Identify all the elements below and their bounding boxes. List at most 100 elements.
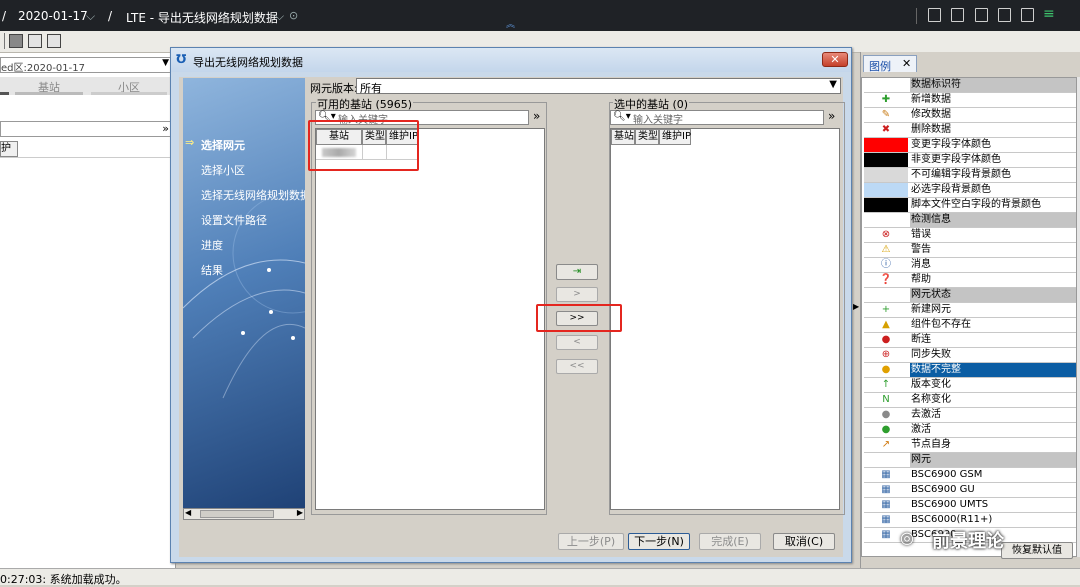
legend-text: 修改数据 [911, 109, 951, 120]
search-input[interactable]: » [0, 121, 172, 137]
watermark-text: 前景理论 [932, 531, 1004, 552]
chevron-down-icon[interactable]: ▼ [162, 58, 169, 68]
legend-row[interactable]: ✚ 新增数据 [864, 93, 1076, 108]
remove-one-button[interactable]: < [556, 335, 598, 350]
tab-legend[interactable]: 图例 ✕ [863, 55, 917, 73]
legend-row[interactable]: 非变更字段字体颜色 [864, 153, 1076, 168]
add-all-button[interactable]: ⇥ [556, 264, 598, 280]
monitor-icon[interactable] [47, 34, 61, 48]
breadcrumb-title[interactable]: LTE - 导出无线网络规划数据 [126, 9, 278, 26]
legend-row[interactable]: ▲ 组件包不存在 [864, 318, 1076, 333]
scroll-right-icon[interactable]: ▶ [297, 508, 303, 517]
legend-row[interactable]: ⊕ 同步失败 [864, 348, 1076, 363]
chevron-down-icon[interactable]: ▼ [829, 79, 837, 90]
legend-icon: ↑ [881, 379, 891, 390]
legend-row[interactable]: 必选字段背景颜色 [864, 183, 1076, 198]
legend-row[interactable]: ↑ 版本变化 [864, 378, 1076, 393]
document-icon[interactable] [975, 8, 988, 22]
legend-icon: ● [881, 409, 891, 420]
legend-text: 名称变化 [911, 394, 951, 405]
legend-row[interactable]: ● 数据不完整 [864, 363, 1076, 378]
document-icon[interactable] [998, 8, 1011, 22]
wizard-step: 选择小区 [201, 164, 245, 177]
cancel-button[interactable]: 取消(C) [773, 533, 835, 550]
column-maintenance-ip[interactable]: 护IP [0, 141, 18, 168]
legend-text: 断连 [911, 334, 931, 345]
legend-row[interactable]: ▦ BSC6900 GU [864, 483, 1076, 498]
prev-button[interactable]: 上一步(P) [558, 533, 624, 550]
legend-row[interactable]: ▦ BSC6900 UMTS [864, 498, 1076, 513]
legend-row[interactable]: 网元 [864, 453, 1076, 468]
scroll-thumb[interactable] [200, 510, 274, 518]
legend-row[interactable]: 变更字段字体颜色 [864, 138, 1076, 153]
current-step-arrow-icon: ⇒ [185, 136, 195, 149]
scroll-left-icon[interactable]: ◀ [185, 508, 191, 517]
legend-row[interactable]: ● 断连 [864, 333, 1076, 348]
legend-text: 非变更字段字体颜色 [911, 154, 1001, 165]
collapse-up-icon[interactable]: ︽ [506, 17, 515, 30]
watermark: ◎ 前景理论 [900, 526, 1080, 556]
column-type[interactable]: 类型 [635, 129, 659, 145]
column-base-station[interactable]: 基站 [611, 129, 635, 145]
add-one-button[interactable]: > [556, 287, 598, 302]
legend-row[interactable]: 不可编辑字段背景颜色 [864, 168, 1076, 183]
tab-indicator [0, 92, 9, 95]
app-logo-icon: ℧ [176, 52, 187, 66]
legend-icon: ⊕ [881, 349, 891, 360]
selected-search-input[interactable]: 🔍︎▾ 输入关键字 [610, 110, 824, 126]
report-icon[interactable] [928, 8, 941, 22]
more-icon[interactable]: » [162, 122, 169, 135]
arrow-right-circle-icon[interactable]: ⊙ [289, 9, 298, 22]
legend-row[interactable]: 检测信息 [864, 213, 1076, 228]
legend-row[interactable]: ❓ 帮助 [864, 273, 1076, 288]
legend-icon: ⓘ [881, 259, 891, 270]
legend-row[interactable]: 数据标识符 [864, 78, 1076, 93]
remove-all-button[interactable]: << [556, 359, 598, 374]
dialog-title: 导出无线网络规划数据 [193, 56, 303, 69]
available-table[interactable]: 基站 类型 维护IP [315, 128, 545, 510]
legend-row[interactable]: ✎ 修改数据 [864, 108, 1076, 123]
legend-icon: ⚠ [881, 244, 891, 255]
close-icon[interactable]: ✕ [902, 57, 911, 70]
selected-table[interactable]: 基站 类型 维护IP [610, 128, 840, 510]
report-icon[interactable] [951, 8, 964, 22]
breadcrumb-sep: / [108, 9, 113, 23]
legend-icon [864, 138, 908, 152]
close-icon[interactable]: ✕ [822, 52, 848, 67]
chevron-down-icon[interactable]: ⌵ [86, 9, 95, 24]
filter-select[interactable]: ed区:2020-01-17 ▼ [0, 57, 172, 74]
table-icon[interactable] [28, 34, 42, 48]
column-maintenance-ip[interactable]: 维护IP [659, 129, 691, 145]
legend-row[interactable]: N 名称变化 [864, 393, 1076, 408]
legend-row[interactable]: 脚本文件空白字段的背景颜色 [864, 198, 1076, 213]
wechat-icon: ◎ [900, 528, 914, 547]
legend-row[interactable]: ✖ 删除数据 [864, 123, 1076, 138]
expand-icon[interactable]: » [828, 109, 835, 123]
legend-row[interactable]: + 新建网元 [864, 303, 1076, 318]
legend-text: 错误 [911, 229, 931, 240]
legend-icon [864, 213, 908, 227]
version-select[interactable]: 所有 ▼ [356, 78, 841, 95]
legend-icon: ✖ [881, 124, 891, 135]
view-icon[interactable] [9, 34, 23, 48]
menu-icon[interactable]: ≡ [1043, 6, 1055, 22]
search-icon[interactable]: 🔍︎▾ [613, 111, 631, 122]
breadcrumb-date[interactable]: 2020-01-17 [18, 9, 88, 23]
legend-row[interactable]: ⊗ 错误 [864, 228, 1076, 243]
legend-row[interactable]: ⚠ 警告 [864, 243, 1076, 258]
legend-row[interactable]: ⓘ 消息 [864, 258, 1076, 273]
finish-button[interactable]: 完成(E) [699, 533, 761, 550]
next-button[interactable]: 下一步(N) [628, 533, 690, 550]
legend-row[interactable]: ● 激活 [864, 423, 1076, 438]
chevron-down-icon[interactable]: ⌵ [275, 9, 284, 24]
legend-text: 警告 [911, 244, 931, 255]
legend-row[interactable]: ● 去激活 [864, 408, 1076, 423]
splitter-arrow-icon[interactable]: ▶ [853, 302, 859, 311]
document-icon[interactable] [1021, 8, 1034, 22]
legend-row[interactable]: ↗ 节点自身 [864, 438, 1076, 453]
left-list[interactable] [0, 157, 172, 557]
expand-icon[interactable]: » [533, 109, 540, 123]
legend-row[interactable]: ▦ BSC6900 GSM [864, 468, 1076, 483]
legend-row[interactable]: 网元状态 [864, 288, 1076, 303]
horizontal-scrollbar[interactable]: ◀ ▶ [183, 508, 305, 520]
